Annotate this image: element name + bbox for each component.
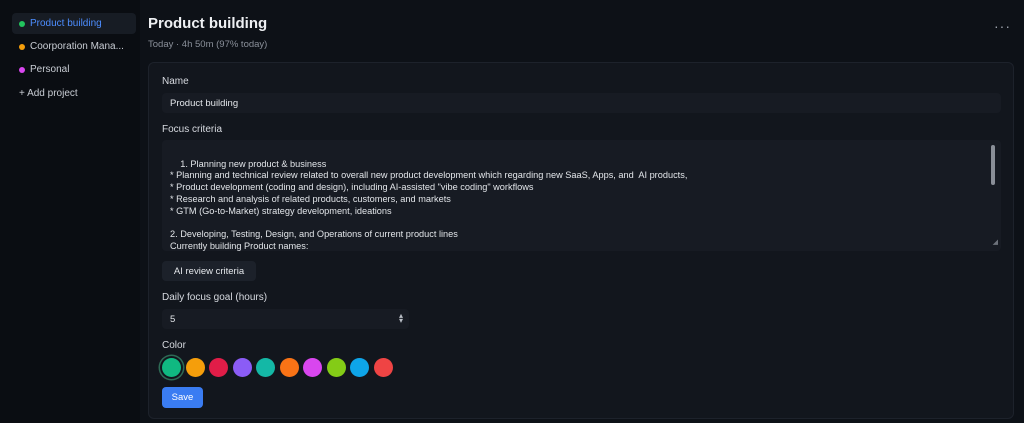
- page-subtitle: Today · 4h 50m (97% today): [148, 39, 268, 50]
- focus-criteria-text: 1. Planning new product & business * Pla…: [170, 158, 688, 251]
- project-settings-card: Name Product building Focus criteria 1. …: [148, 62, 1014, 419]
- sidebar-item-corporation-management[interactable]: Coorporation Mana...: [12, 36, 136, 57]
- color-swatches: [162, 358, 397, 377]
- color-swatch[interactable]: [209, 358, 228, 377]
- add-project-button[interactable]: + Add project: [19, 88, 140, 99]
- name-label: Name: [162, 76, 189, 87]
- color-swatch[interactable]: [279, 358, 299, 377]
- page-title: Product building: [148, 15, 268, 32]
- color-swatch[interactable]: [162, 358, 181, 377]
- color-swatch[interactable]: [303, 358, 322, 377]
- daily-goal-value: 5: [170, 313, 176, 325]
- color-swatch[interactable]: [232, 358, 252, 377]
- scrollbar-thumb[interactable]: [991, 145, 995, 185]
- resize-handle-icon[interactable]: ◢: [993, 237, 998, 249]
- color-swatch[interactable]: [350, 358, 369, 377]
- focus-criteria-label: Focus criteria: [162, 124, 223, 135]
- sidebar-item-personal[interactable]: Personal: [12, 59, 136, 80]
- project-color-dot: [19, 43, 25, 50]
- save-button[interactable]: Save: [162, 387, 203, 408]
- sidebar-item-label: Product building: [30, 18, 102, 29]
- color-swatch[interactable]: [185, 358, 205, 377]
- project-color-dot: [19, 66, 25, 73]
- color-swatch[interactable]: [373, 358, 393, 377]
- name-input-value: Product building: [170, 97, 239, 109]
- daily-goal-stepper[interactable]: 5 ▴ ▾: [162, 309, 409, 329]
- color-label: Color: [162, 340, 186, 351]
- sidebar-item-label: Coorporation Mana...: [30, 41, 124, 52]
- daily-goal-label: Daily focus goal (hours): [162, 292, 268, 303]
- sidebar: Product building Coorporation Mana... Pe…: [0, 0, 140, 423]
- more-options-icon[interactable]: ···: [994, 18, 1011, 34]
- sidebar-item-label: Personal: [30, 64, 70, 75]
- name-input[interactable]: Product building: [162, 93, 1001, 113]
- stepper-arrows-icon[interactable]: ▴ ▾: [399, 312, 403, 325]
- focus-criteria-textarea[interactable]: 1. Planning new product & business * Pla…: [162, 140, 1001, 251]
- project-color-dot: [19, 20, 25, 27]
- color-swatch[interactable]: [326, 358, 346, 377]
- color-swatch[interactable]: [256, 358, 275, 377]
- ai-review-criteria-button[interactable]: AI review criteria: [162, 261, 256, 281]
- sidebar-item-product-building[interactable]: Product building: [12, 13, 136, 34]
